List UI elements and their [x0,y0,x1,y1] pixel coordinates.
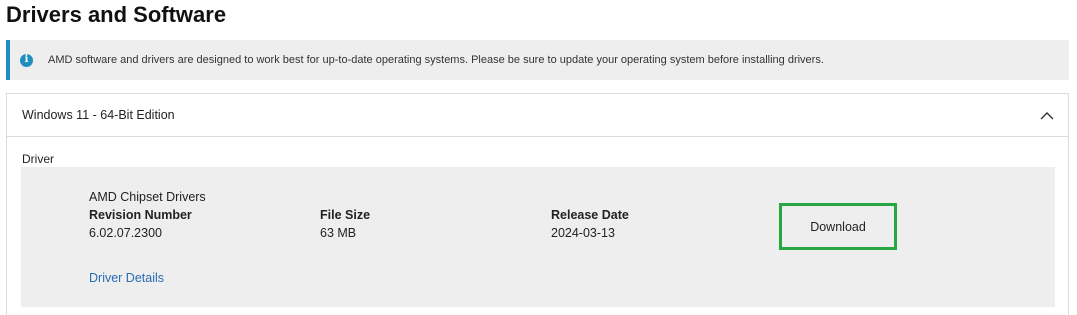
file-size-label: File Size [320,208,371,222]
driver-card: AMD Chipset Drivers Revision Number 6.02… [21,167,1055,307]
info-icon: i [20,53,33,67]
file-size-value: 63 MB [320,226,357,240]
release-date-label: Release Date [551,208,629,222]
section-label-driver: Driver [22,152,54,166]
os-update-notice: i AMD software and drivers are designed … [6,40,1069,80]
accordion-title: Windows 11 - 64-Bit Edition [22,108,175,122]
accordion-header[interactable]: Windows 11 - 64-Bit Edition [7,94,1068,137]
revision-field: Revision Number 6.02.07.2300 [89,207,192,242]
driver-name: AMD Chipset Drivers [89,190,206,204]
chevron-up-icon[interactable] [1040,110,1054,120]
notice-text: AMD software and drivers are designed to… [48,54,824,66]
page: Drivers and Software i AMD software and … [0,0,1077,315]
revision-value: 6.02.07.2300 [89,226,162,240]
driver-details-link[interactable]: Driver Details [89,271,164,285]
file-size-field: File Size 63 MB [320,207,370,242]
revision-label: Revision Number [89,208,192,222]
release-date-field: Release Date 2024-03-13 [551,207,629,242]
os-accordion: Windows 11 - 64-Bit Edition Driver AMD C… [6,93,1069,315]
release-date-value: 2024-03-13 [551,226,615,240]
page-title: Drivers and Software [6,2,227,27]
download-button[interactable]: Download [779,203,897,250]
